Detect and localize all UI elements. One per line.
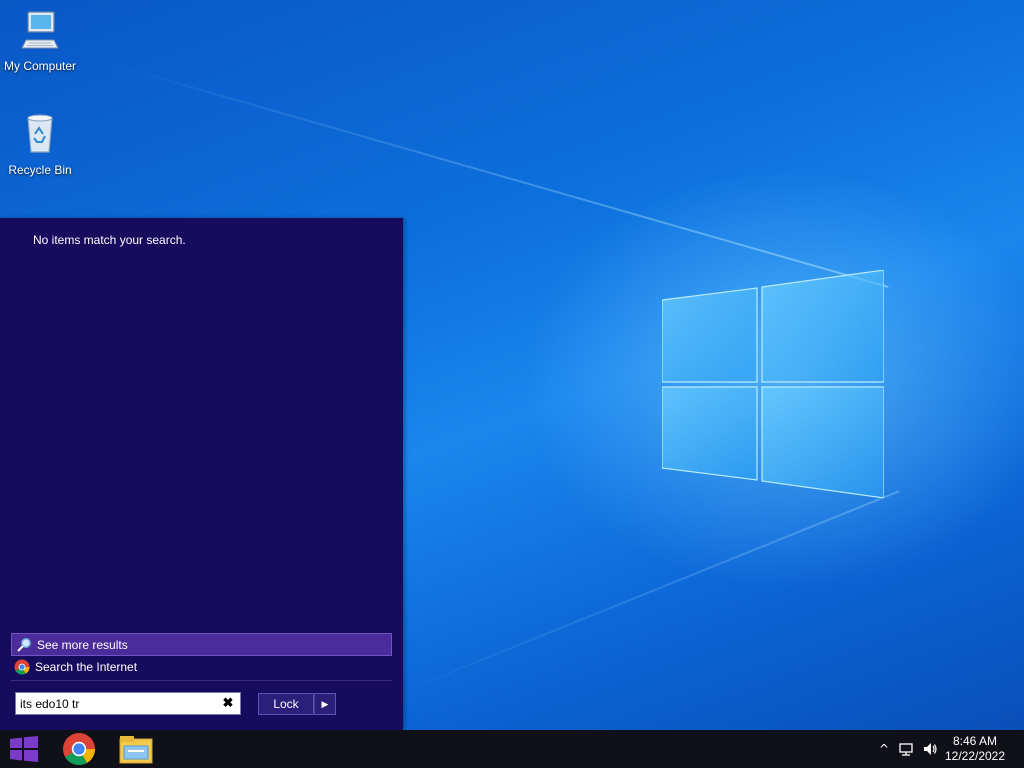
desktop-icon-recycle-bin[interactable]: Recycle Bin <box>0 112 80 177</box>
see-more-results-button[interactable]: See more results <box>11 633 392 656</box>
clock-time: 8:46 AM <box>952 734 998 748</box>
taskbar-clock[interactable]: 8:46 AM 12/22/2022 <box>940 734 1010 764</box>
network-icon-glyph <box>899 743 913 756</box>
light-beam-lower <box>379 490 900 702</box>
taskbar-chrome[interactable] <box>55 730 103 768</box>
desktop-icon-my-computer[interactable]: My Computer <box>0 10 80 73</box>
chevron-right-icon: ▶ <box>321 699 329 709</box>
clear-search-icon[interactable]: ✖ <box>221 696 235 710</box>
taskbar-file-explorer[interactable] <box>112 730 160 768</box>
speaker-icon <box>924 743 937 755</box>
power-options-arrow-button[interactable]: ▶ <box>314 693 336 715</box>
file-explorer-icon <box>119 736 153 764</box>
start-button[interactable] <box>0 730 48 768</box>
windows-logo-wallpaper <box>662 270 884 498</box>
chrome-icon <box>14 659 30 675</box>
clock-date: 12/22/2022 <box>944 749 1006 763</box>
chrome-icon <box>63 733 96 766</box>
search-internet-label: Search the Internet <box>35 659 138 674</box>
start-menu: No items match your search. See more res… <box>0 218 403 730</box>
volume-icon[interactable] <box>922 741 938 757</box>
recycle-bin-icon <box>27 114 53 153</box>
start-icon <box>10 736 38 762</box>
lock-button[interactable]: Lock <box>258 693 314 715</box>
desktop-icon-label: My Computer <box>3 59 77 73</box>
desktop-icon-label: Recycle Bin <box>8 163 72 177</box>
menu-divider <box>11 680 392 681</box>
magnifier-icon <box>17 637 31 652</box>
see-more-results-label: See more results <box>37 637 128 652</box>
taskbar: ^ 8:46 AM 12/22/2022 <box>0 730 1024 768</box>
start-search-box[interactable]: ✖ <box>15 692 241 715</box>
no-results-message: No items match your search. <box>33 233 186 247</box>
show-hidden-icons-chevron[interactable]: ^ <box>876 741 892 757</box>
start-search-input[interactable] <box>20 695 216 712</box>
search-internet-button[interactable]: Search the Internet <box>11 656 390 677</box>
computer-icon <box>21 11 59 49</box>
network-icon[interactable] <box>898 741 914 757</box>
